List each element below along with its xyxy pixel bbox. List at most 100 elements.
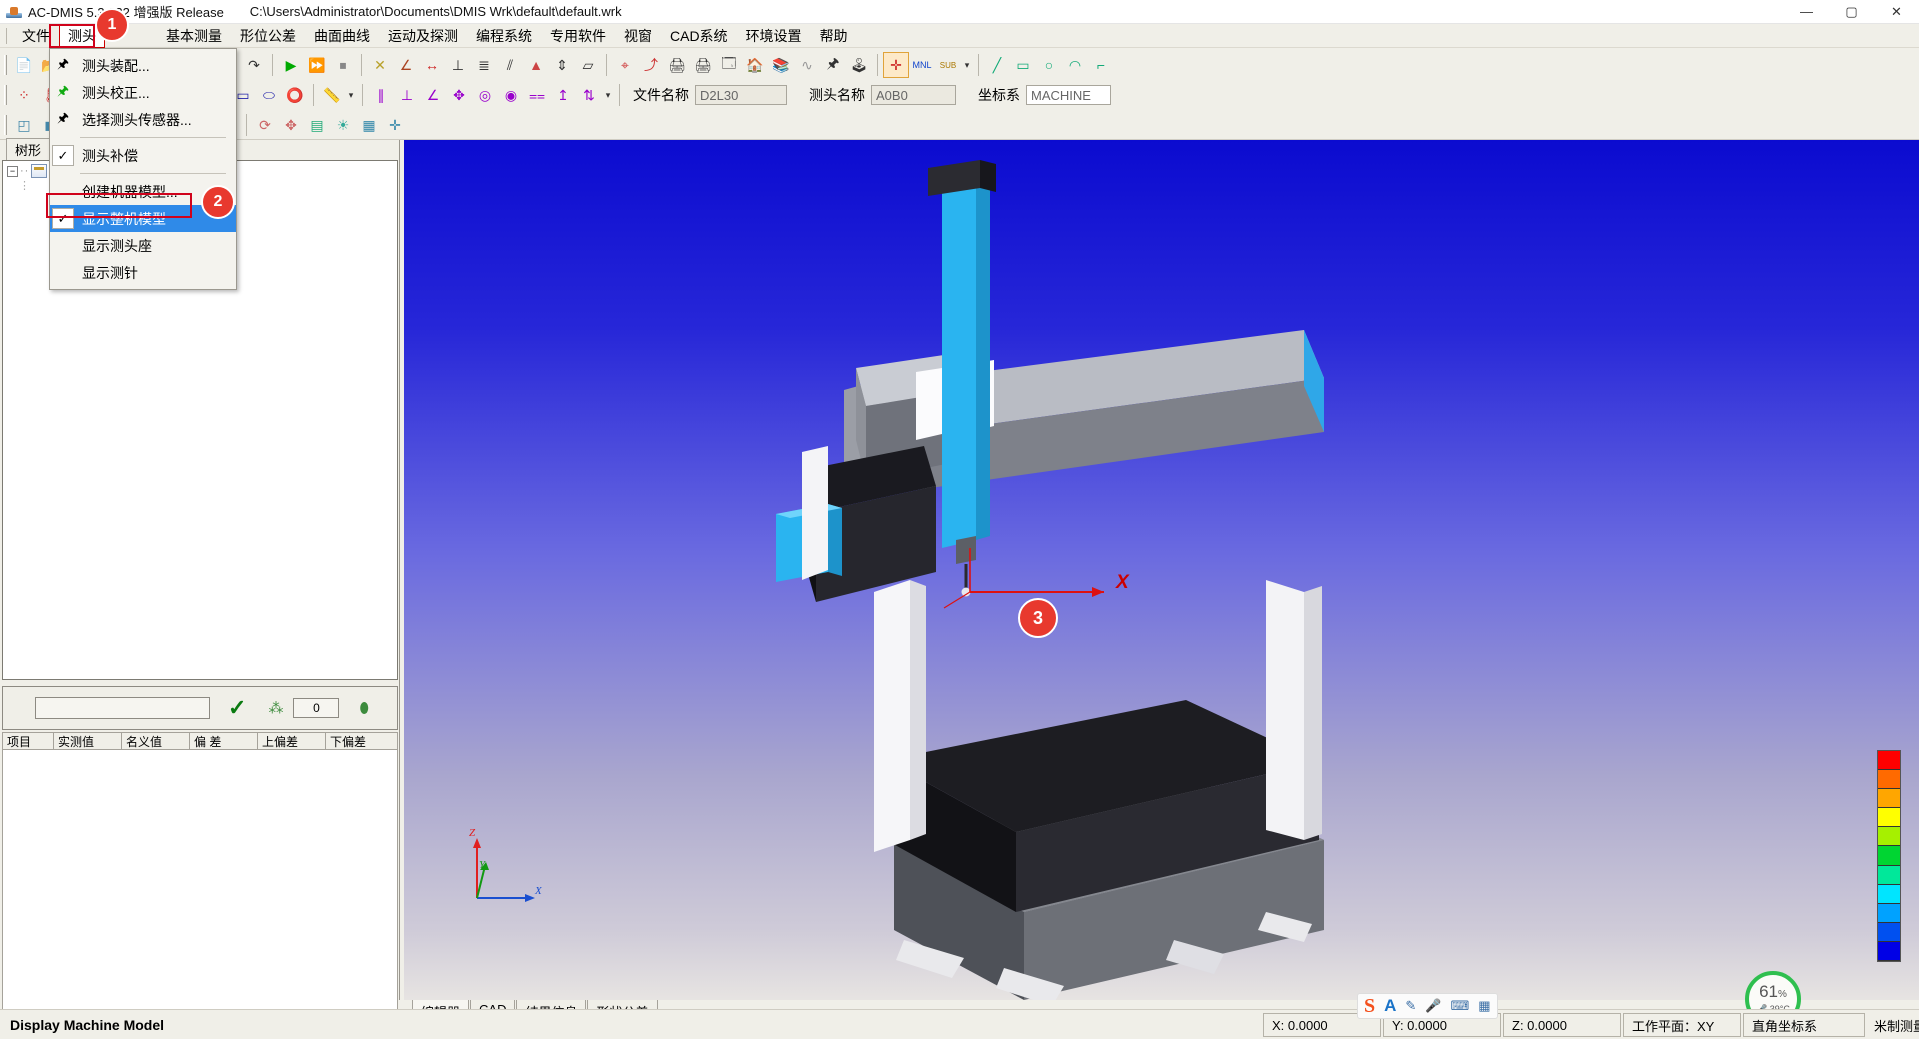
menu-item-special-software[interactable]: 专用软件 bbox=[541, 24, 615, 48]
column-header-measured[interactable]: 实测值 bbox=[54, 732, 122, 750]
file-name-input[interactable]: D2L30 bbox=[695, 85, 787, 105]
light-icon[interactable]: ☀ bbox=[330, 112, 356, 138]
measure-caret[interactable]: ▾ bbox=[345, 82, 357, 108]
minimize-button[interactable]: — bbox=[1784, 0, 1829, 24]
width-icon[interactable]: ≣ bbox=[471, 52, 497, 78]
height-icon[interactable]: ⇕ bbox=[549, 52, 575, 78]
layers-icon[interactable]: 📚 bbox=[768, 52, 794, 78]
rotate-icon[interactable]: ⟳ bbox=[252, 112, 278, 138]
confirm-check-icon[interactable]: ✓ bbox=[228, 695, 246, 721]
curve-icon[interactable]: ∿ bbox=[794, 52, 820, 78]
point-count-input[interactable]: 0 bbox=[293, 698, 340, 718]
concentric-icon[interactable]: ◎ bbox=[472, 82, 498, 108]
menu-item-programming[interactable]: 编程系统 bbox=[467, 24, 541, 48]
section-icon[interactable]: ▤ bbox=[304, 112, 330, 138]
apps-icon[interactable]: ▦ bbox=[1478, 998, 1490, 1014]
close-button[interactable]: ✕ bbox=[1874, 0, 1919, 24]
point-icon[interactable]: ⁘ bbox=[11, 82, 37, 108]
probe-dropdown-menu[interactable]: 🖈 测头装配... 🖈 测头校正... 🖈 选择测头传感器... ✓ 测头补偿 … bbox=[49, 48, 237, 290]
result-name-input[interactable] bbox=[35, 697, 210, 719]
ellipse-icon[interactable]: ⭕ bbox=[282, 82, 308, 108]
stop-icon[interactable]: ⏹ bbox=[330, 52, 356, 78]
run-icon[interactable]: ▶ bbox=[278, 52, 304, 78]
ime-mode-icon[interactable]: A bbox=[1384, 996, 1396, 1016]
menu-item-basic-measure[interactable]: 基本测量 bbox=[157, 24, 231, 48]
position-icon[interactable]: ✥ bbox=[446, 82, 472, 108]
menu-probe-calibrate[interactable]: 🖈 测头校正... bbox=[50, 79, 236, 106]
round-slot-icon[interactable]: ⬭ bbox=[256, 82, 282, 108]
menu-item-environment[interactable]: 环境设置 bbox=[737, 24, 811, 48]
flatness-icon[interactable]: ↥ bbox=[550, 82, 576, 108]
menu-item-window[interactable]: 视窗 bbox=[615, 24, 661, 48]
machine-model-icon[interactable]: ✛ bbox=[883, 52, 909, 78]
arc-tool-icon[interactable]: ◠ bbox=[1062, 52, 1088, 78]
toolbar-overflow-caret[interactable]: ▾ bbox=[961, 52, 973, 78]
perpendicular-icon[interactable]: ⊥ bbox=[394, 82, 420, 108]
measure-icon[interactable]: 📏 bbox=[319, 82, 345, 108]
voice-icon[interactable]: 🎤 bbox=[1425, 998, 1441, 1014]
column-header-item[interactable]: 项目 bbox=[2, 732, 54, 750]
menu-display-stylus[interactable]: 显示测针 bbox=[50, 259, 236, 286]
pan-icon[interactable]: ✥ bbox=[278, 112, 304, 138]
menu-item-cad-system[interactable]: CAD系统 bbox=[661, 24, 737, 48]
distance-icon[interactable]: ↔ bbox=[419, 52, 445, 78]
menu-item-gdt[interactable]: 形位公差 bbox=[231, 24, 305, 48]
line-tool-icon[interactable]: ╱ bbox=[984, 52, 1010, 78]
angle-icon[interactable]: ∠ bbox=[393, 52, 419, 78]
menu-probe-compensation[interactable]: ✓ 测头补偿 bbox=[50, 142, 236, 169]
circle-tool-icon[interactable]: ○ bbox=[1036, 52, 1062, 78]
profile-icon[interactable]: ⇅ bbox=[576, 82, 602, 108]
handwriting-icon[interactable]: ✎ bbox=[1405, 998, 1416, 1014]
coord-system-input[interactable]: MACHINE bbox=[1026, 85, 1111, 105]
joystick-icon[interactable]: 🕹 bbox=[846, 52, 872, 78]
rect-tool-icon[interactable]: ▭ bbox=[1010, 52, 1036, 78]
maximize-button[interactable]: ▢ bbox=[1829, 0, 1874, 24]
probe-name-input[interactable]: A0B0 bbox=[871, 85, 956, 105]
column-header-deviation[interactable]: 偏 差 bbox=[190, 732, 258, 750]
gdt-caret[interactable]: ▾ bbox=[602, 82, 614, 108]
column-header-nominal[interactable]: 名义值 bbox=[122, 732, 190, 750]
menu-item-file[interactable]: 文件 bbox=[13, 24, 59, 48]
cone-icon[interactable]: ▲ bbox=[523, 52, 549, 78]
intersect-icon[interactable]: ✕ bbox=[367, 52, 393, 78]
cs-load-icon[interactable]: ⤴ bbox=[638, 52, 664, 78]
hook-tool-icon[interactable]: ⌐ bbox=[1088, 52, 1114, 78]
menu-item-motion-probing[interactable]: 运动及探测 bbox=[379, 24, 467, 48]
mnl-icon[interactable]: MNL bbox=[909, 52, 935, 78]
menu-item-help[interactable]: 帮助 bbox=[811, 24, 857, 48]
ime-toolbar[interactable]: S A ✎ 🎤 ⌨ ▦ bbox=[1357, 993, 1498, 1019]
perpendicular-distance-icon[interactable]: ⊥ bbox=[445, 52, 471, 78]
axis-icon[interactable]: ✛ bbox=[382, 112, 408, 138]
toolbar-grip-3[interactable] bbox=[4, 115, 7, 135]
menu-display-probe-rack[interactable]: 显示测头座 bbox=[50, 232, 236, 259]
parallel-icon[interactable]: ∥ bbox=[368, 82, 394, 108]
menu-item-surface-curve[interactable]: 曲面曲线 bbox=[305, 24, 379, 48]
printer-icon[interactable]: 🖨 bbox=[690, 52, 716, 78]
menu-select-probe-sensor[interactable]: 🖈 选择测头传感器... bbox=[50, 106, 236, 133]
tab-tree[interactable]: 树形 bbox=[6, 138, 51, 160]
redo-icon[interactable]: ↷ bbox=[241, 52, 267, 78]
plane-icon[interactable]: ▱ bbox=[575, 52, 601, 78]
tree-expander-icon[interactable]: − bbox=[7, 165, 18, 177]
column-header-lower-tol[interactable]: 下偏差 bbox=[326, 732, 398, 750]
sogou-logo-icon[interactable]: S bbox=[1364, 995, 1375, 1018]
keyboard-icon[interactable]: ⌨ bbox=[1451, 998, 1470, 1014]
column-header-upper-tol[interactable]: 上偏差 bbox=[258, 732, 326, 750]
new-file-icon[interactable]: 📄 bbox=[11, 52, 37, 78]
report-settings-icon[interactable]: 🗔 bbox=[716, 52, 742, 78]
menu-probe-assembly[interactable]: 🖈 测头装配... bbox=[50, 52, 236, 79]
wireframe-icon[interactable]: ◰ bbox=[11, 112, 37, 138]
cad-viewport[interactable]: X 3 Z X Y bbox=[404, 140, 1919, 1000]
probe-icon[interactable]: 🖈 bbox=[820, 52, 846, 78]
toolbar-grip-2[interactable] bbox=[4, 85, 7, 105]
sub-icon[interactable]: SUB bbox=[935, 52, 961, 78]
symmetry2-icon[interactable]: ⩵ bbox=[524, 82, 550, 108]
point-group-icon[interactable]: ⁂ bbox=[268, 699, 283, 717]
toolbar-grip[interactable] bbox=[4, 55, 7, 75]
home-icon[interactable]: 🏠 bbox=[742, 52, 768, 78]
circular-runout-icon[interactable]: ◉ bbox=[498, 82, 524, 108]
grid-icon[interactable]: ▦ bbox=[356, 112, 382, 138]
symmetry-icon[interactable]: ⫽ bbox=[497, 52, 523, 78]
result-grid-body[interactable] bbox=[2, 750, 398, 1039]
single-point-icon[interactable]: ⬮ bbox=[359, 700, 368, 717]
